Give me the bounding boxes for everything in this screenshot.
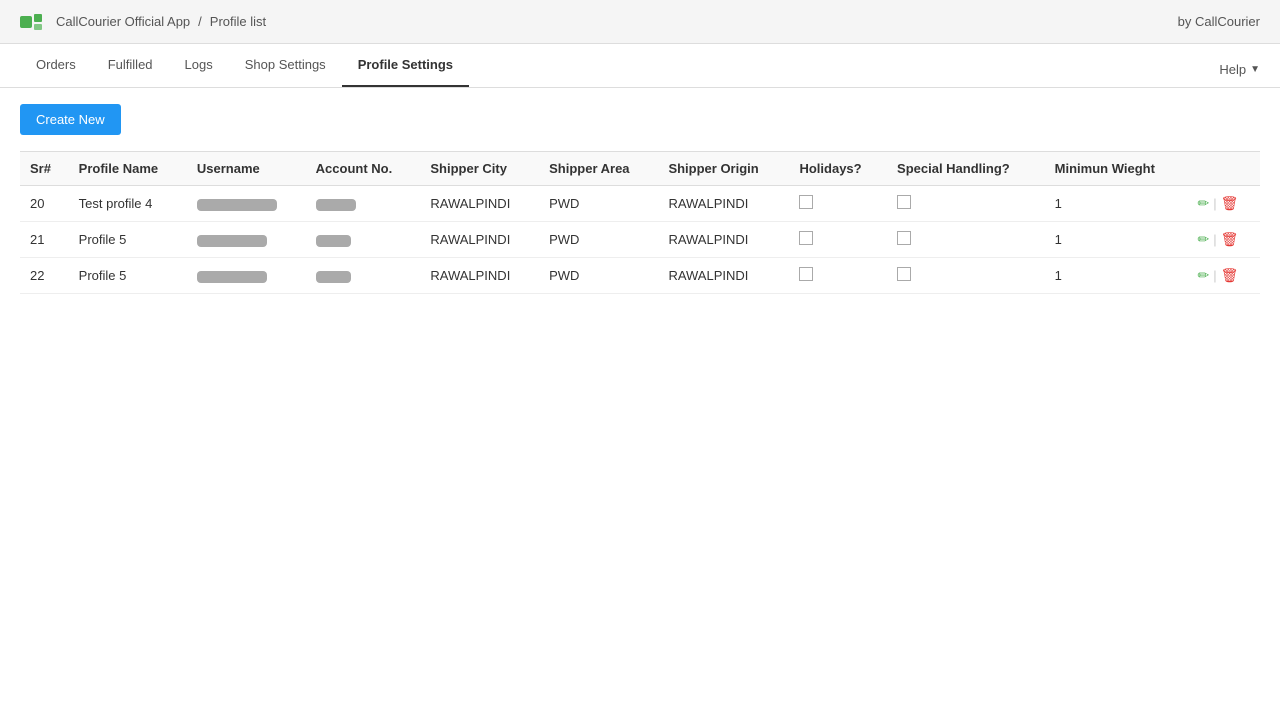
col-sr: Sr# [20,152,69,186]
delete-button[interactable]: 🗑 [1221,195,1239,212]
table-row: 21Profile 5 RAWALPINDIPWDRAWALPINDI 1 ✏ | … [20,222,1260,258]
action-separator: | [1213,196,1216,211]
cell-shipper-origin: RAWALPINDI [658,186,789,222]
edit-button[interactable]: ✏ [1198,231,1210,248]
cell-profile-name: Profile 5 [69,258,187,294]
help-button[interactable]: Help ▼ [1219,62,1260,77]
col-profile-name: Profile Name [69,152,187,186]
by-label: by CallCourier [1178,14,1260,29]
nav-tabs: Orders Fulfilled Logs Shop Settings Prof… [20,44,469,87]
delete-button[interactable]: 🗑 [1221,231,1239,248]
app-logo [20,12,48,32]
col-actions [1188,152,1260,186]
table-row: 22Profile 5 RAWALPINDIPWDRAWALPINDI 1 ✏ | … [20,258,1260,294]
col-holidays: Holidays? [789,152,887,186]
cell-holidays [789,258,887,294]
cell-username [187,222,306,258]
special-handling-checkbox[interactable] [897,231,911,245]
cell-sr: 21 [20,222,69,258]
edit-button[interactable]: ✏ [1198,267,1210,284]
cell-username [187,186,306,222]
tab-profile-settings[interactable]: Profile Settings [342,44,469,87]
breadcrumb-separator: / [198,14,202,29]
table-header-row: Sr# Profile Name Username Account No. Sh… [20,152,1260,186]
cell-min-weight: 1 [1045,222,1188,258]
cell-shipper-origin: RAWALPINDI [658,258,789,294]
cell-account-no [306,258,421,294]
cell-shipper-area: PWD [539,186,658,222]
tab-orders[interactable]: Orders [20,44,92,87]
col-min-weight: Minimun Wieght [1045,152,1188,186]
top-bar: CallCourier Official App / Profile list … [0,0,1280,44]
cell-holidays [789,186,887,222]
profiles-table: Sr# Profile Name Username Account No. Sh… [20,151,1260,294]
cell-username [187,258,306,294]
cell-profile-name: Test profile 4 [69,186,187,222]
cell-profile-name: Profile 5 [69,222,187,258]
cell-shipper-city: RAWALPINDI [420,258,539,294]
cell-sr: 20 [20,186,69,222]
cell-shipper-city: RAWALPINDI [420,186,539,222]
breadcrumb-page: Profile list [210,14,266,29]
app-title-area: CallCourier Official App / Profile list [20,12,266,32]
cell-actions: ✏ | 🗑 [1188,186,1260,222]
app-name: CallCourier Official App [56,14,190,29]
col-shipper-origin: Shipper Origin [658,152,789,186]
cell-account-no [306,222,421,258]
cell-special-handling [887,186,1045,222]
table-row: 20Test profile 4 RAWALPINDIPWDRAWALPINDI 1… [20,186,1260,222]
cell-account-no [306,186,421,222]
nav-right: Help ▼ [1219,62,1260,87]
cell-shipper-area: PWD [539,258,658,294]
tab-fulfilled[interactable]: Fulfilled [92,44,169,87]
create-new-button[interactable]: Create New [20,104,121,135]
help-label: Help [1219,62,1246,77]
cell-shipper-origin: RAWALPINDI [658,222,789,258]
content-area: Create New Sr# Profile Name Username Acc… [0,88,1280,310]
action-separator: | [1213,232,1216,247]
cell-actions: ✏ | 🗑 [1188,222,1260,258]
cell-shipper-area: PWD [539,222,658,258]
holidays-checkbox[interactable] [799,231,813,245]
delete-button[interactable]: 🗑 [1221,267,1239,284]
cell-shipper-city: RAWALPINDI [420,222,539,258]
col-shipper-area: Shipper Area [539,152,658,186]
tab-logs[interactable]: Logs [169,44,229,87]
cell-special-handling [887,222,1045,258]
col-special-handling: Special Handling? [887,152,1045,186]
col-account-no: Account No. [306,152,421,186]
chevron-down-icon: ▼ [1250,64,1260,75]
nav-bar: Orders Fulfilled Logs Shop Settings Prof… [0,44,1280,88]
holidays-checkbox[interactable] [799,195,813,209]
special-handling-checkbox[interactable] [897,195,911,209]
cell-special-handling [887,258,1045,294]
cell-min-weight: 1 [1045,258,1188,294]
special-handling-checkbox[interactable] [897,267,911,281]
cell-sr: 22 [20,258,69,294]
tab-shop-settings[interactable]: Shop Settings [229,44,342,87]
edit-button[interactable]: ✏ [1198,195,1210,212]
col-shipper-city: Shipper City [420,152,539,186]
cell-min-weight: 1 [1045,186,1188,222]
col-username: Username [187,152,306,186]
holidays-checkbox[interactable] [799,267,813,281]
cell-actions: ✏ | 🗑 [1188,258,1260,294]
cell-holidays [789,222,887,258]
action-separator: | [1213,268,1216,283]
